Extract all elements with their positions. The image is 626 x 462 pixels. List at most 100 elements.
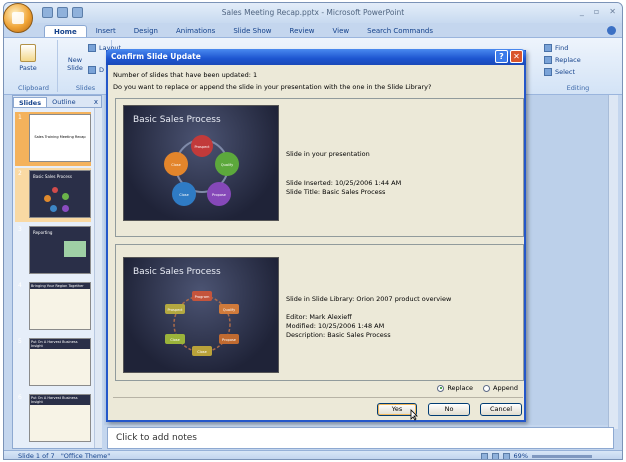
cycle-label-4: Close bbox=[179, 193, 189, 197]
thumb-number: 6 bbox=[18, 394, 22, 401]
office-logo-icon bbox=[12, 12, 24, 24]
update-mode-options: Replace Append bbox=[437, 384, 518, 392]
cycle-label-5: Close bbox=[171, 163, 181, 167]
thumb-number: 3 bbox=[18, 226, 22, 233]
slides-pane: Slides Outline x 1 Sales Training Meetin… bbox=[12, 95, 102, 449]
box-label-3: Propose bbox=[222, 338, 236, 342]
slide-sorter-icon[interactable] bbox=[491, 452, 499, 459]
new-slide-label: New Slide bbox=[67, 56, 83, 72]
dialog-title-bar: Confirm Slide Update ? ✕ bbox=[106, 49, 526, 65]
replace-label: Replace bbox=[555, 56, 581, 64]
thumb-image: Bringing Your Region Together bbox=[29, 282, 91, 330]
append-radio[interactable]: Append bbox=[483, 384, 518, 392]
find-button[interactable]: Find bbox=[544, 44, 568, 52]
paste-icon bbox=[20, 44, 36, 62]
layout-icon bbox=[88, 44, 96, 52]
thumb-image: Reporting bbox=[29, 226, 91, 274]
thumb-title: Put On A Harvest Business Insight bbox=[30, 339, 90, 349]
tab-outline[interactable]: Outline bbox=[47, 97, 81, 107]
thumb-title: Basic Sales Process bbox=[33, 174, 72, 179]
mouse-cursor-icon bbox=[410, 409, 418, 421]
delete-label: D bbox=[99, 66, 105, 74]
question-label: Do you want to replace or append the sli… bbox=[113, 83, 432, 91]
clipboard-group-label: Clipboard bbox=[17, 84, 50, 92]
slide-thumbnail-6[interactable]: 6 Put On A Harvest Business Insight bbox=[15, 392, 91, 446]
theme-name: "Office Theme" bbox=[60, 452, 111, 460]
pane-close-icon[interactable]: x bbox=[94, 98, 98, 106]
slide-count: Slide 1 of 7 bbox=[18, 452, 55, 460]
cancel-button[interactable]: Cancel bbox=[480, 403, 522, 416]
select-label: Select bbox=[555, 68, 576, 76]
current-slide-thumbnail: Basic Sales Process Prospect Qualify Pro… bbox=[123, 105, 279, 221]
slide-thumbnail-5[interactable]: 5 Put On A Harvest Business Insight bbox=[15, 336, 91, 390]
radio-empty-icon bbox=[483, 384, 491, 392]
select-button[interactable]: Select bbox=[544, 68, 575, 76]
dialog-help-icon[interactable]: ? bbox=[495, 50, 508, 63]
process-boxes-graphic: Program Qualify Propose Close Close Pros… bbox=[165, 291, 239, 356]
library-editor: Editor: Mark Alexieff bbox=[286, 313, 352, 321]
window-title: Sales Meeting Recap.pptx - Microsoft Pow… bbox=[221, 8, 405, 17]
thumb-number: 4 bbox=[18, 282, 22, 289]
thumb-title: Sales Training Meeting Recap bbox=[34, 135, 86, 139]
slide-thumbnail-2[interactable]: 2 Basic Sales Process bbox=[15, 168, 91, 222]
box-label-2: Qualify bbox=[223, 308, 235, 312]
pane-scrollbar[interactable] bbox=[94, 108, 102, 448]
slides-group-label: Slides bbox=[75, 84, 96, 92]
slide-show-icon[interactable] bbox=[502, 452, 510, 459]
pane-tabs: Slides Outline bbox=[13, 96, 101, 108]
dialog-separator bbox=[113, 397, 523, 398]
dialog-close-icon[interactable]: ✕ bbox=[510, 50, 523, 63]
thumb-title: Put On A Harvest Business Insight bbox=[30, 395, 90, 405]
slide-thumbnail-3[interactable]: 3 Reporting bbox=[15, 224, 91, 278]
box-label-1: Program bbox=[195, 295, 210, 299]
select-icon bbox=[544, 68, 552, 76]
thumb-image: Put On A Harvest Business Insight bbox=[29, 394, 91, 442]
new-slide-button[interactable]: New Slide bbox=[64, 56, 86, 72]
box-label-5: Close bbox=[170, 338, 180, 342]
current-slide-heading: Slide in your presentation bbox=[286, 150, 370, 158]
minimize-icon[interactable]: _ bbox=[580, 7, 584, 16]
notes-pane[interactable]: Click to add notes bbox=[107, 427, 614, 449]
dialog-title: Confirm Slide Update bbox=[111, 52, 201, 61]
slide-title-info: Slide Title: Basic Sales Process bbox=[286, 188, 386, 196]
slide-thumbnail-4[interactable]: 4 Bringing Your Region Together bbox=[15, 280, 91, 334]
box-label-6: Prospect bbox=[167, 308, 183, 312]
close-icon[interactable]: ✕ bbox=[609, 7, 616, 16]
replace-icon bbox=[544, 56, 552, 64]
replace-radio[interactable]: Replace bbox=[437, 384, 473, 392]
slide-inserted-date: Slide Inserted: 10/25/2006 1:44 AM bbox=[286, 179, 402, 187]
paste-button[interactable]: Paste bbox=[16, 44, 40, 72]
thumb-number: 1 bbox=[18, 114, 22, 121]
cycle-label-1: Prospect bbox=[194, 145, 210, 149]
append-label: Append bbox=[493, 384, 518, 392]
slide-thumbnails: 1 Sales Training Meeting Recap 2 Basic S… bbox=[13, 108, 93, 448]
cycle-label-2: Qualify bbox=[221, 163, 233, 167]
box-label-4: Close bbox=[197, 350, 207, 354]
slide-thumbnail-1[interactable]: 1 Sales Training Meeting Recap bbox=[15, 112, 91, 166]
status-bar: Slide 1 of 7 "Office Theme" 69% bbox=[4, 450, 622, 460]
library-slide-panel: Basic Sales Process Program Qualify Prop… bbox=[115, 244, 524, 381]
zoom-level[interactable]: 69% bbox=[514, 452, 528, 459]
help-icon[interactable] bbox=[607, 26, 616, 35]
updated-count-label: Number of slides that have been updated:… bbox=[113, 71, 258, 79]
zoom-slider[interactable] bbox=[532, 454, 592, 458]
thumb-number: 5 bbox=[18, 338, 22, 345]
tab-slides[interactable]: Slides bbox=[13, 97, 48, 107]
binoculars-icon bbox=[544, 44, 552, 52]
library-slide-thumbnail: Basic Sales Process Program Qualify Prop… bbox=[123, 257, 279, 373]
office-button[interactable] bbox=[3, 3, 33, 33]
no-button[interactable]: No bbox=[428, 403, 470, 416]
confirm-slide-update-dialog: Confirm Slide Update ? ✕ Number of slide… bbox=[106, 49, 526, 422]
vertical-scrollbar[interactable] bbox=[608, 95, 618, 429]
maximize-icon[interactable]: ▫ bbox=[594, 7, 599, 16]
library-description: Description: Basic Sales Process bbox=[286, 331, 391, 339]
window-controls: _ ▫ ✕ bbox=[580, 7, 616, 16]
process-cycle-graphic: Prospect Qualify Propose Close Close bbox=[164, 135, 239, 206]
delete-slide-button[interactable]: D bbox=[88, 66, 104, 74]
normal-view-icon[interactable] bbox=[480, 452, 488, 459]
delete-icon bbox=[88, 66, 96, 74]
library-modified: Modified: 10/25/2006 1:48 AM bbox=[286, 322, 385, 330]
replace-button[interactable]: Replace bbox=[544, 56, 581, 64]
current-slide-panel: Basic Sales Process Prospect Qualify Pro… bbox=[115, 98, 524, 237]
library-slide-heading: Slide in Slide Library: Orion 2007 produ… bbox=[286, 295, 452, 303]
